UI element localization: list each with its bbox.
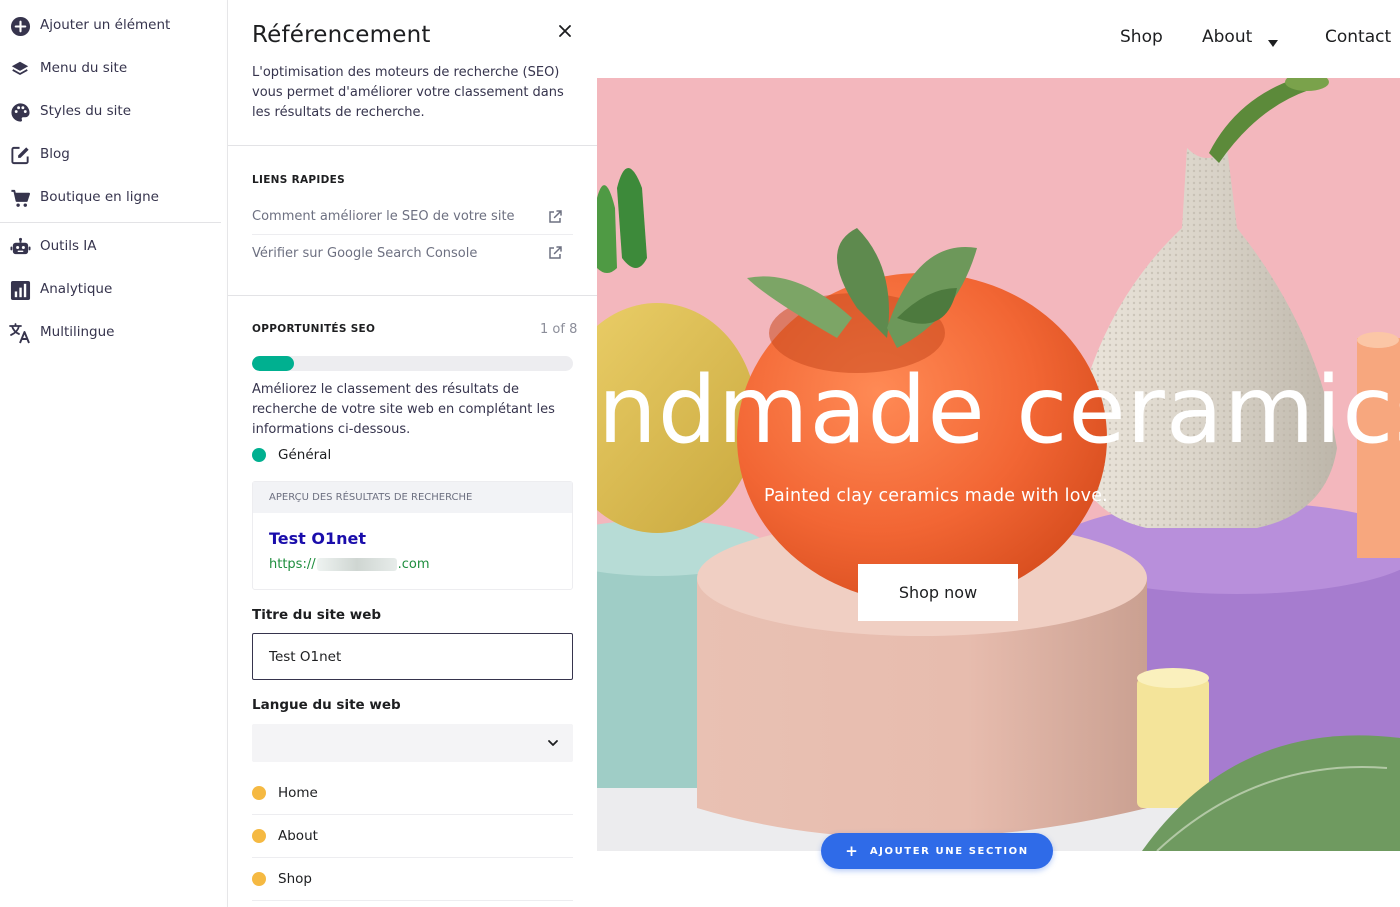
page-label: Home (278, 785, 318, 801)
add-section-label: AJOUTER UNE SECTION (869, 845, 1029, 857)
opportunities-note: Améliorez le classement des résultats de… (252, 382, 555, 437)
seo-opportunities-heading: OPPORTUNITÉS SEO (252, 323, 376, 335)
sidebar-item-label: Analytique (40, 281, 113, 297)
sidebar-item-site-styles[interactable]: Styles du site (0, 91, 222, 131)
page-item-about[interactable]: About (252, 815, 573, 858)
sidebar-item-ai-tools[interactable]: Outils IA (0, 226, 222, 266)
quick-link-label: Vérifier sur Google Search Console (252, 245, 478, 261)
close-button[interactable] (554, 20, 576, 42)
page-item-home[interactable]: Home (252, 772, 573, 815)
nav-link-about[interactable]: About (1202, 27, 1252, 47)
quick-links-heading: LIENS RAPIDES (252, 174, 345, 186)
quick-link-seo-guide[interactable]: Comment améliorer le SEO de votre site (252, 199, 573, 235)
plus-icon: + (845, 842, 858, 860)
sidebar-divider (0, 222, 221, 223)
search-result-preview: APERÇU DES RÉSULTATS DE RECHERCHE Test O… (252, 481, 573, 590)
seo-panel: Référencement L'optimisation des moteurs… (228, 0, 597, 907)
nav-link-shop[interactable]: Shop (1120, 27, 1163, 47)
sidebar-item-analytics[interactable]: Analytique (0, 269, 222, 309)
layers-icon (9, 58, 31, 80)
preview-url-suffix: .com (397, 557, 430, 572)
page-label: Shop (278, 871, 312, 887)
sidebar-item-label: Menu du site (40, 60, 128, 76)
status-label: Général (278, 447, 332, 463)
preview-title: Test O1net (269, 529, 367, 548)
status-pending-icon (252, 786, 266, 800)
panel-description: L'optimisation des moteurs de recherche … (252, 65, 564, 120)
page-label: About (278, 828, 318, 844)
editor-sidebar: Ajouter un élément Menu du site Styles d… (0, 0, 228, 907)
close-icon (559, 22, 571, 41)
hero-section: Handmade ceramics Painted clay ceramics … (597, 78, 1400, 851)
site-language-label: Langue du site web (252, 697, 401, 713)
opportunity-counter: 1 of 8 (540, 322, 578, 337)
sidebar-item-add-element[interactable]: Ajouter un élément (0, 5, 222, 45)
preview-url-prefix: https:// (269, 557, 316, 572)
sidebar-item-multilingual[interactable]: Multilingue (0, 312, 222, 352)
hero-background-image (597, 78, 1400, 851)
preview-url: https:// .com (269, 557, 430, 572)
sidebar-item-label: Outils IA (40, 238, 97, 254)
section-divider (228, 145, 597, 146)
hero-title: Handmade ceramics (597, 356, 1400, 464)
panel-title: Référencement (252, 22, 431, 48)
status-done-icon (252, 448, 266, 462)
section-divider (228, 295, 597, 296)
external-link-icon (547, 245, 563, 261)
seo-progress-fill (252, 356, 294, 371)
sidebar-item-label: Multilingue (40, 324, 115, 340)
plus-circle-icon (9, 15, 31, 37)
quick-link-search-console[interactable]: Vérifier sur Google Search Console (252, 235, 573, 271)
robot-icon (9, 236, 31, 258)
status-pending-icon (252, 872, 266, 886)
status-general[interactable]: Général (252, 445, 331, 465)
palette-icon (9, 101, 31, 123)
hero-subtitle: Painted clay ceramics made with love. (764, 486, 1108, 506)
external-link-icon (547, 209, 563, 225)
seo-progress-bar (252, 356, 573, 371)
chevron-down-icon (547, 737, 559, 749)
site-title-value: Test O1net (269, 648, 342, 665)
sidebar-item-online-store[interactable]: Boutique en ligne (0, 177, 222, 217)
caret-down-icon[interactable] (1268, 33, 1278, 52)
edit-icon (9, 144, 31, 166)
quick-link-label: Comment améliorer le SEO de votre site (252, 209, 515, 224)
sidebar-item-label: Blog (40, 146, 70, 162)
site-title-input[interactable]: Test O1net (252, 633, 573, 680)
translate-icon (9, 322, 31, 344)
site-title-label: Titre du site web (252, 607, 382, 623)
status-pending-icon (252, 829, 266, 843)
sidebar-item-label: Boutique en ligne (40, 189, 159, 205)
add-section-button[interactable]: + AJOUTER UNE SECTION (821, 833, 1053, 869)
sidebar-item-blog[interactable]: Blog (0, 134, 222, 174)
sidebar-item-site-menu[interactable]: Menu du site (0, 48, 222, 88)
nav-link-contact[interactable]: Contact (1325, 27, 1391, 47)
preview-heading: APERÇU DES RÉSULTATS DE RECHERCHE (253, 482, 572, 513)
blurred-domain (316, 558, 397, 571)
chart-icon (9, 279, 31, 301)
page-item-shop[interactable]: Shop (252, 858, 573, 901)
website-preview: Shop About Contact ndmade ceramic Painte… (597, 0, 1400, 907)
sidebar-item-label: Ajouter un élément (40, 17, 171, 33)
site-navigation: Shop About Contact (597, 0, 1400, 78)
site-language-select[interactable] (252, 724, 573, 762)
shop-now-button[interactable]: Shop now (858, 564, 1018, 621)
cart-icon (9, 187, 31, 209)
sidebar-item-label: Styles du site (40, 103, 132, 119)
